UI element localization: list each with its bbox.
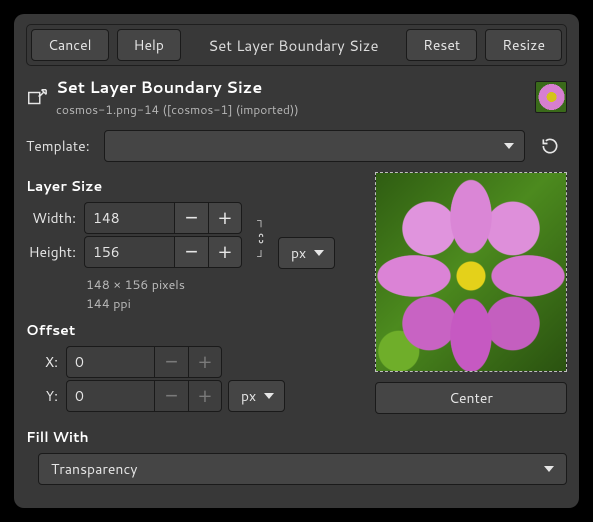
help-button[interactable]: Help [117, 29, 181, 61]
cancel-button[interactable]: Cancel [31, 29, 109, 61]
dialog-title: Set Layer Boundary Size [56, 76, 527, 99]
chain-broken-icon [254, 232, 267, 245]
layer-size-unit-value: px [291, 243, 306, 263]
fill-with-combo[interactable]: Transparency [38, 453, 567, 485]
width-increment-button[interactable]: + [208, 202, 242, 234]
offset-y-increment-button: + [188, 380, 222, 412]
width-row: Width: − + [26, 202, 242, 234]
chevron-down-icon [314, 250, 324, 256]
center-button[interactable]: Center [375, 382, 567, 414]
height-label: Height: [26, 242, 84, 262]
template-reset-button[interactable] [533, 130, 567, 162]
offset-y-label: Y: [38, 386, 66, 406]
size-hint-dims: 148 × 156 pixels [86, 276, 361, 295]
offset-y-row: Y: − + px [38, 380, 361, 413]
width-decrement-button[interactable]: − [174, 202, 208, 234]
link-bracket-top-icon: ┐ [257, 215, 263, 226]
offset-x-input[interactable] [66, 346, 154, 378]
layer-size-unit-combo[interactable]: px [278, 237, 335, 269]
template-row: Template: [26, 130, 567, 162]
chevron-down-icon [544, 466, 554, 472]
height-decrement-button[interactable]: − [174, 236, 208, 268]
layer-size-title: Layer Size [26, 176, 361, 196]
preview-image [376, 173, 566, 371]
template-label: Template: [26, 136, 96, 156]
resize-button[interactable]: Resize [485, 29, 562, 61]
chevron-down-icon [264, 393, 274, 399]
aspect-link-toggle[interactable]: ┐ ┘ [252, 211, 268, 262]
layer-thumbnail [535, 81, 567, 113]
toolbar: Cancel Help Set Layer Boundary Size Rese… [26, 24, 567, 66]
offset-x-increment-button: + [188, 346, 222, 378]
offset-title: Offset [26, 320, 361, 340]
height-row: Height: − + [26, 236, 242, 268]
width-input[interactable] [84, 202, 174, 234]
offset-preview[interactable] [375, 172, 567, 372]
fill-with-title: Fill With [26, 427, 567, 447]
height-input[interactable] [84, 236, 174, 268]
size-hint: 148 × 156 pixels 144 ppi [86, 276, 361, 314]
reset-button[interactable]: Reset [406, 29, 477, 61]
chevron-down-icon [504, 143, 514, 149]
template-combo[interactable] [104, 130, 525, 162]
offset-y-input[interactable] [66, 380, 154, 412]
offset-y-decrement-button: − [154, 380, 188, 412]
link-bracket-bottom-icon: ┘ [257, 251, 263, 262]
offset-unit-combo[interactable]: px [228, 380, 285, 412]
dialog-subtitle: cosmos-1.png-14 ([cosmos-1] (imported)) [56, 101, 527, 118]
width-label: Width: [26, 208, 84, 228]
height-increment-button[interactable]: + [208, 236, 242, 268]
fill-with-value: Transparency [51, 459, 138, 479]
offset-x-decrement-button: − [154, 346, 188, 378]
size-hint-ppi: 144 ppi [86, 295, 361, 314]
offset-x-row: X: − + [38, 346, 361, 378]
dialog-header: Set Layer Boundary Size cosmos-1.png-14 … [26, 76, 567, 118]
dialog: Cancel Help Set Layer Boundary Size Rese… [14, 14, 579, 508]
resize-layer-icon [26, 87, 48, 109]
offset-unit-value: px [241, 386, 256, 406]
window-title: Set Layer Boundary Size [189, 35, 398, 56]
offset-x-label: X: [38, 352, 66, 372]
